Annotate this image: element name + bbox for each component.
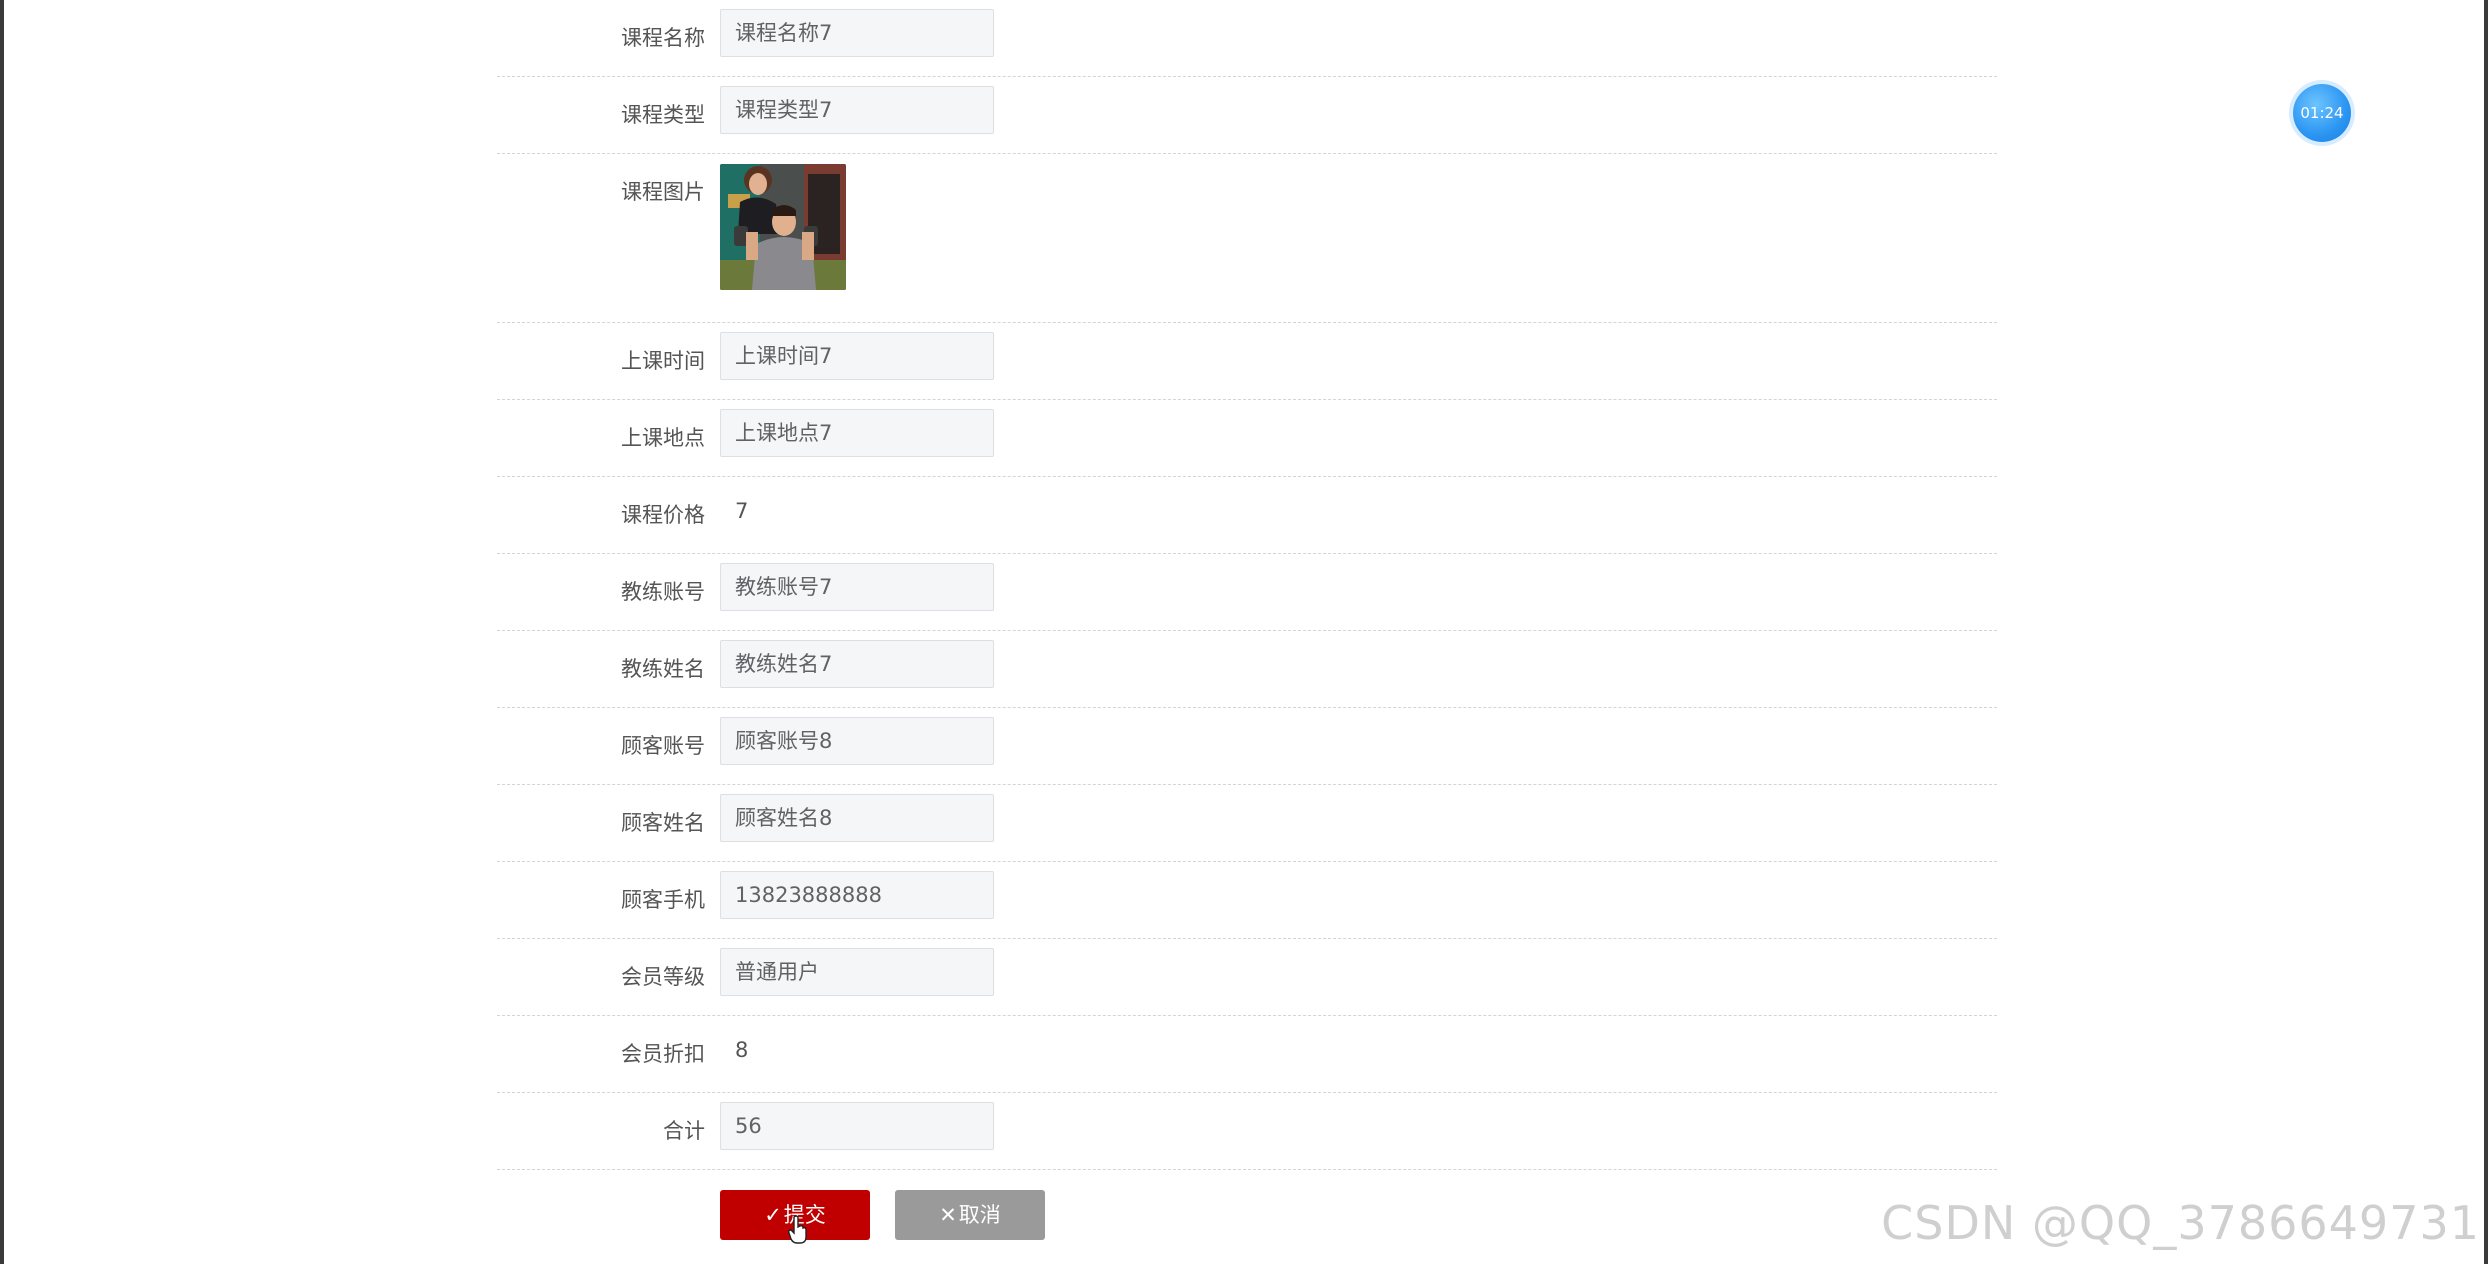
form-row-class-location: 上课地点 上课地点7 (497, 400, 1997, 477)
customer-name-input[interactable]: 顾客姓名8 (720, 794, 994, 842)
course-booking-edit-page: 课程名称 课程名称7 课程类型 课程类型7 课程图片 上课时间 上课时间7 上课… (0, 0, 2488, 1264)
class-location-input[interactable]: 上课地点7 (720, 409, 994, 457)
hand-pointer-icon (788, 1215, 808, 1245)
customer-name-label: 顾客姓名 (621, 811, 705, 835)
customer-phone-label: 顾客手机 (621, 888, 705, 912)
form-row-total: 合计 56 (497, 1093, 1997, 1170)
member-discount-label: 会员折扣 (621, 1042, 705, 1066)
coach-name-input[interactable]: 教练姓名7 (720, 640, 994, 688)
member-level-label: 会员等级 (621, 965, 705, 989)
form-row-member-level: 会员等级 普通用户 (497, 939, 1997, 1016)
close-icon: ✕ (939, 1203, 957, 1227)
coach-account-input[interactable]: 教练账号7 (720, 563, 994, 611)
member-discount-value: 8 (735, 1038, 749, 1062)
customer-account-label: 顾客账号 (621, 734, 705, 758)
booking-form: 课程名称 课程名称7 课程类型 课程类型7 课程图片 上课时间 上课时间7 上课… (497, 0, 1997, 1264)
member-level-input[interactable]: 普通用户 (720, 948, 994, 996)
total-label: 合计 (663, 1119, 705, 1143)
form-row-member-discount: 会员折扣 8 (497, 1016, 1997, 1093)
form-row-customer-phone: 顾客手机 13823888888 (497, 862, 1997, 939)
course-name-label: 课程名称 (621, 26, 705, 50)
form-row-course-image: 课程图片 (497, 154, 1997, 323)
window-edge-left (0, 0, 4, 1264)
form-row-course-price: 课程价格 7 (497, 477, 1997, 554)
form-row-customer-account: 顾客账号 顾客账号8 (497, 708, 1997, 785)
form-row-coach-name: 教练姓名 教练姓名7 (497, 631, 1997, 708)
window-edge-right (2484, 0, 2488, 1264)
form-row-course-type: 课程类型 课程类型7 (497, 77, 1997, 154)
check-icon: ✓ (764, 1203, 782, 1227)
form-actions: ✓提交 ✕取消 (497, 1170, 1997, 1264)
class-time-input[interactable]: 上课时间7 (720, 332, 994, 380)
class-time-label: 上课时间 (621, 349, 705, 373)
form-row-coach-account: 教练账号 教练账号7 (497, 554, 1997, 631)
course-type-label: 课程类型 (621, 103, 705, 127)
coach-name-label: 教练姓名 (621, 657, 705, 681)
cancel-button[interactable]: ✕取消 (895, 1190, 1045, 1240)
course-price-label: 课程价格 (621, 503, 705, 527)
form-row-class-time: 上课时间 上课时间7 (497, 323, 1997, 400)
class-location-label: 上课地点 (621, 426, 705, 450)
customer-account-input[interactable]: 顾客账号8 (720, 717, 994, 765)
course-price-value: 7 (735, 499, 749, 523)
customer-phone-input[interactable]: 13823888888 (720, 871, 994, 919)
course-image (720, 164, 846, 290)
csdn-watermark: CSDN @QQ_3786649731 (1881, 1196, 2480, 1250)
course-image-label: 课程图片 (621, 180, 705, 204)
timer-badge[interactable]: 01:24 (2293, 84, 2351, 142)
form-row-course-name: 课程名称 课程名称7 (497, 0, 1997, 77)
form-row-customer-name: 顾客姓名 顾客姓名8 (497, 785, 1997, 862)
course-type-input[interactable]: 课程类型7 (720, 86, 994, 134)
coach-account-label: 教练账号 (621, 580, 705, 604)
cancel-button-label: 取消 (958, 1203, 1001, 1227)
course-name-input[interactable]: 课程名称7 (720, 9, 994, 57)
total-input[interactable]: 56 (720, 1102, 994, 1150)
